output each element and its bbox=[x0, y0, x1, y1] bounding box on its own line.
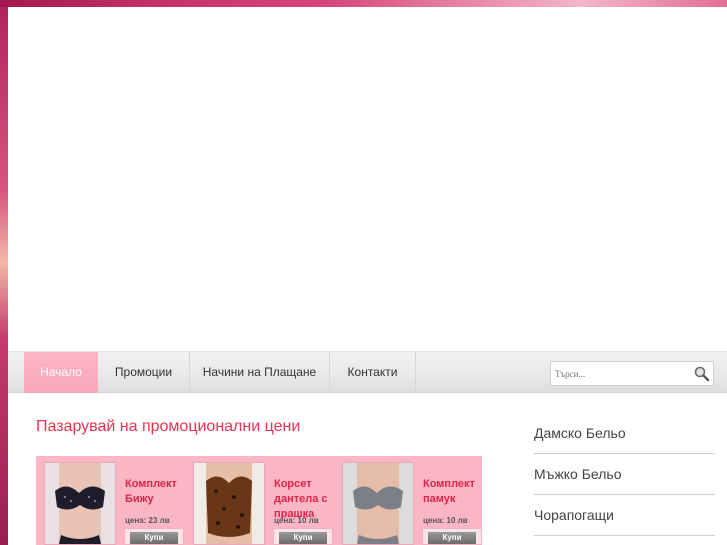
product-price: цена: 10 лв bbox=[423, 516, 468, 525]
sidebar-item-women-lingerie[interactable]: Дамско Бельо bbox=[534, 413, 715, 454]
product-name[interactable]: Комплект памук bbox=[423, 477, 483, 507]
product-image[interactable] bbox=[44, 462, 116, 545]
header-banner-area bbox=[8, 7, 727, 351]
search-box bbox=[550, 361, 714, 386]
search-input[interactable] bbox=[553, 364, 693, 383]
buy-button[interactable]: Купи bbox=[130, 532, 178, 544]
nav-item-home[interactable]: Начало bbox=[24, 352, 98, 393]
buy-button[interactable]: Купи bbox=[428, 532, 476, 544]
buy-button[interactable]: Купи bbox=[279, 532, 327, 544]
product-card: Корсет дантела с прашка цена: 10 лв Купи bbox=[193, 462, 333, 545]
product-name[interactable]: Комплект Бижу bbox=[125, 477, 185, 507]
background-left-edge bbox=[0, 0, 8, 545]
sidebar-item-men-underwear[interactable]: Мъжко Бельо bbox=[534, 454, 715, 495]
nav-item-contacts[interactable]: Контакти bbox=[330, 352, 416, 393]
page-title: Пазарувай на промоционални цени bbox=[36, 418, 301, 435]
background-top-edge bbox=[0, 0, 727, 7]
nav-item-payment-methods[interactable]: Начини на Плащане bbox=[190, 352, 330, 393]
product-image[interactable] bbox=[193, 462, 265, 545]
buy-button-frame: Купи bbox=[422, 528, 482, 545]
main-navigation: Начало Промоции Начини на Плащане Контак… bbox=[8, 351, 727, 393]
product-price: цена: 23 лв bbox=[125, 516, 170, 525]
product-card: Комплект Бижу цена: 23 лв Купи bbox=[44, 462, 184, 545]
magnifier-icon[interactable] bbox=[693, 365, 711, 383]
product-card: Комплект памук цена: 10 лв Купи bbox=[342, 462, 482, 545]
buy-button-frame: Купи bbox=[124, 528, 184, 545]
content-area: Пазарувай на промоционални цени Комплект… bbox=[8, 393, 727, 545]
buy-button-frame: Купи bbox=[273, 528, 333, 545]
product-price: цена: 10 лв bbox=[274, 516, 319, 525]
sidebar-item-tights[interactable]: Чорапогащи bbox=[534, 495, 715, 536]
product-image[interactable] bbox=[342, 462, 414, 545]
promo-products-box: Комплект Бижу цена: 23 лв Купи Корсет да… bbox=[36, 456, 482, 545]
category-sidebar: Дамско Бельо Мъжко Бельо Чорапогащи bbox=[534, 413, 715, 536]
nav-item-promotions[interactable]: Промоции bbox=[98, 352, 190, 393]
